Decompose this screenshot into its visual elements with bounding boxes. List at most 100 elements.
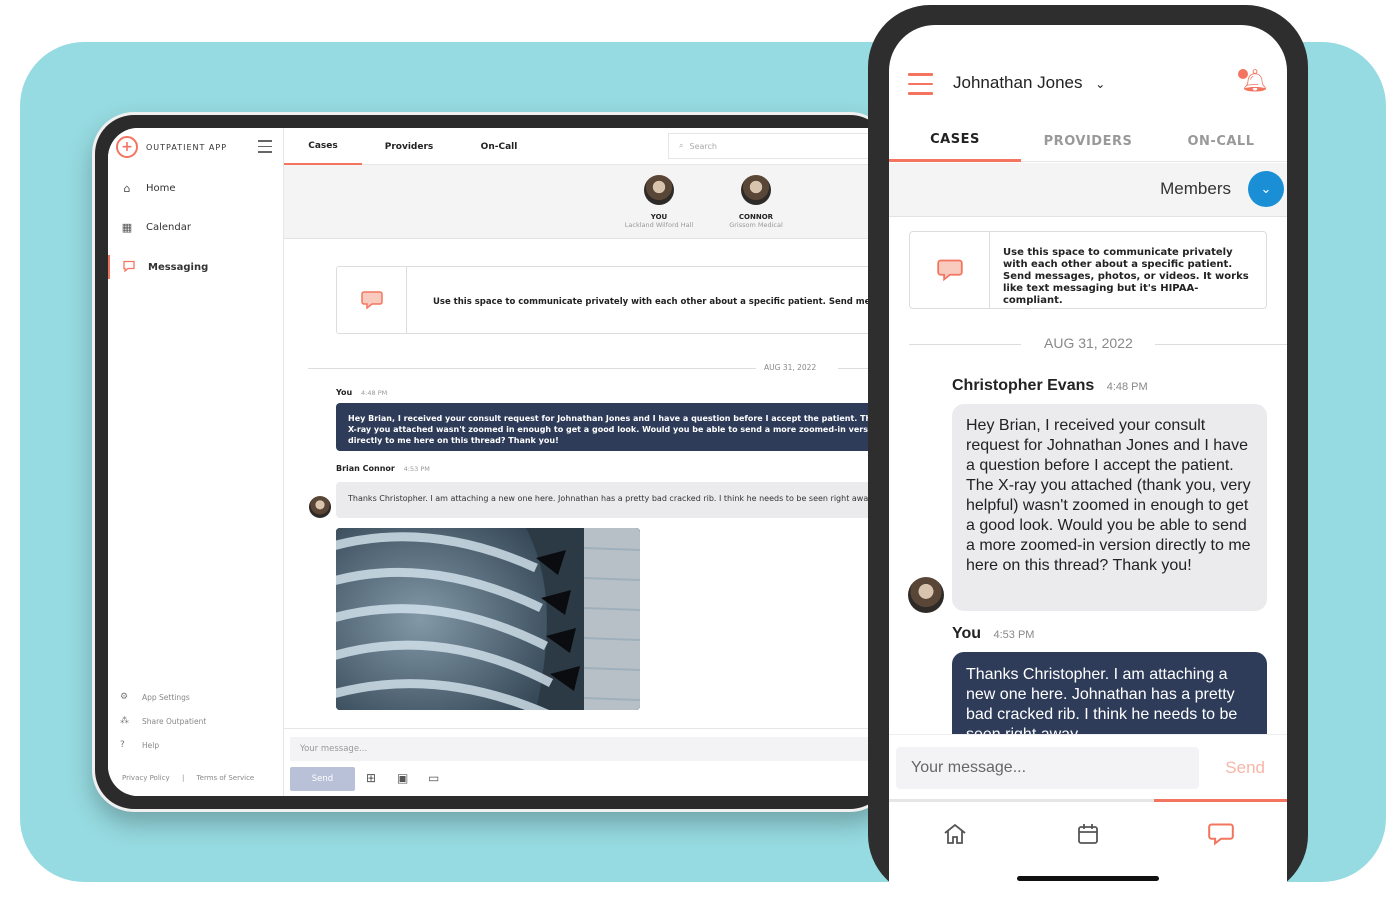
avatar [644,175,674,205]
search-input[interactable]: ⌕ Search [668,133,878,159]
footer-label: App Settings [142,692,190,702]
compose-area: Your message... Send [889,734,1287,799]
member-name: YOU [650,213,668,221]
message-bubble-incoming: Hey Brian, I received your consult reque… [952,404,1267,611]
message-time: 4:48 PM [361,389,388,397]
compose-area: Your message... Send ⊞ ▣ ▭ [284,728,889,796]
terms-link[interactable]: Terms of Service [197,774,255,782]
message-input[interactable]: Your message... [290,737,889,761]
menu-icon[interactable] [908,73,933,102]
chat-icon[interactable] [1155,822,1287,852]
info-text: Use this space to communicate privately … [433,297,889,307]
message-bubble-outgoing: Hey Brian, I received your consult reque… [336,403,889,451]
send-button[interactable]: Send [1225,758,1265,778]
sender-name: Christopher Evans [952,377,1095,394]
info-text: Use this space to communicate privately … [1003,247,1249,306]
footer-label: Share Outpatient [142,716,207,726]
search-icon: ⌕ [679,141,684,150]
message-sender: Brian Connor 4:53 PM [336,464,430,473]
xray-attachment-image[interactable] [336,528,640,710]
avatar [741,175,771,205]
menu-icon[interactable] [258,140,272,157]
sidebar-item-label: Calendar [146,221,191,233]
main-panel: Cases Providers On-Call ⌕ Search YOU Lac… [284,128,889,796]
app-name: OUTPATIENT APP [146,143,228,152]
divider-line [308,368,756,369]
date-divider: AUG 31, 2022 [308,361,889,375]
notification-badge [1238,69,1248,79]
gift-icon[interactable]: ⊞ [366,771,376,785]
members-label: Members [1160,179,1231,198]
patient-name: Johnathan Jones [953,73,1083,92]
home-indicator [1017,876,1159,881]
tab-providers[interactable]: PROVIDERS [1022,120,1154,162]
sidebar-item-home[interactable]: ⌂ Home [108,176,284,200]
sidebar-item-help[interactable]: ? Help [120,740,159,750]
legal-separator: | [181,774,185,782]
sidebar-item-calendar[interactable]: ▦ Calendar [108,215,284,239]
sender-name: You [336,388,353,397]
search-placeholder: Search [689,141,717,151]
message-time: 4:53 PM [993,629,1035,641]
footer-label: Help [142,740,160,750]
chat-icon [122,260,136,275]
patient-selector[interactable]: Johnathan Jones ⌄ [953,73,1105,93]
tab-bar: CASES PROVIDERS ON-CALL [889,120,1287,162]
sender-avatar [309,496,331,522]
image-icon[interactable]: ▣ [397,771,408,785]
send-button[interactable]: Send [290,767,355,791]
member-org: Grissom Medical [729,221,783,229]
privacy-link[interactable]: Privacy Policy [122,774,170,782]
sidebar-item-share[interactable]: ⁂ Share Outpatient [120,716,206,726]
tab-on-call[interactable]: ON-CALL [1155,120,1287,162]
sidebar: + OUTPATIENT APP ⌂ Home ▦ Calendar Messa… [108,128,284,796]
message-input[interactable]: Your message... [896,747,1199,789]
sidebar-item-label: Messaging [148,261,209,273]
date-label: AUG 31, 2022 [764,363,817,372]
tab-providers[interactable]: Providers [374,128,444,165]
sender-name: You [952,625,982,642]
phone-screen: Johnathan Jones ⌄ 🔔︎ CASES PROVIDERS ON-… [889,25,1287,897]
avatar [908,577,944,613]
message-time: 4:53 PM [403,465,430,473]
sidebar-item-app-settings[interactable]: ⚙ App Settings [120,692,190,702]
share-icon: ⁂ [120,716,129,726]
info-card: Use this space to communicate privately … [336,266,889,334]
info-card: Use this space to communicate privately … [909,231,1267,309]
sidebar-item-messaging[interactable]: Messaging [108,255,284,279]
video-icon[interactable]: ▭ [428,771,439,785]
active-tab-indicator [1154,799,1287,802]
calendar-icon[interactable] [1022,822,1154,852]
sender-avatar [908,577,944,617]
tab-bar: Cases Providers On-Call ⌕ Search [284,128,889,165]
message-sender: You 4:48 PM [336,388,387,397]
tab-on-call[interactable]: On-Call [464,128,534,165]
avatar [309,496,331,518]
bell-icon[interactable]: 🔔︎ [1238,69,1269,94]
sender-name: Brian Connor [336,464,395,473]
phone-device: Johnathan Jones ⌄ 🔔︎ CASES PROVIDERS ON-… [868,5,1308,897]
app-logo-icon: + [116,136,138,158]
help-icon: ? [120,740,125,750]
members-expand-button[interactable]: ⌄ [1248,171,1284,207]
message-sender: You 4:53 PM [952,625,1034,643]
sidebar-item-label: Home [146,182,176,194]
date-label: AUG 31, 2022 [1044,335,1133,351]
tab-cases[interactable]: Cases [284,128,362,165]
date-divider: AUG 31, 2022 [889,335,1287,353]
members-bar: Members ⌄ [889,163,1287,217]
chat-bubble-icon [910,232,990,308]
divider-line [1155,344,1287,345]
members-bar: YOU Lackland Wilford Hall CONNOR Grissom… [284,165,889,239]
legal-links: Privacy Policy | Terms of Service [122,774,254,782]
member-you[interactable]: YOU Lackland Wilford Hall [614,175,704,229]
member-connor[interactable]: CONNOR Grissom Medical [711,175,801,229]
message-bubble-incoming: Thanks Christopher. I am attaching a new… [336,482,889,518]
message-sender: Christopher Evans 4:48 PM [952,377,1148,395]
calendar-icon: ▦ [121,220,133,234]
home-icon[interactable] [889,822,1021,852]
member-org: Lackland Wilford Hall [624,221,694,229]
tab-cases[interactable]: CASES [889,120,1021,162]
gear-icon: ⚙ [120,692,129,702]
chevron-down-icon: ⌄ [1095,77,1106,91]
